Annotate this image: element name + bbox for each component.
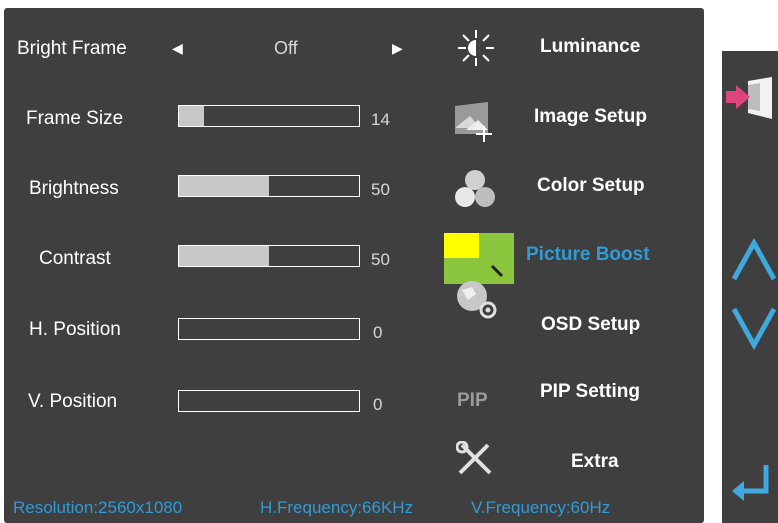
pip-icon: PIP <box>457 390 488 411</box>
v-position-slider[interactable] <box>178 390 360 412</box>
v-position-label: V. Position <box>28 391 118 412</box>
bright-frame-left-arrow-icon[interactable]: ◀ <box>172 40 183 57</box>
menu-extra[interactable]: Extra <box>571 451 619 473</box>
menu-picture-boost[interactable]: Picture Boost <box>526 244 650 266</box>
h-position-slider[interactable] <box>178 318 360 340</box>
menu-luminance[interactable]: Luminance <box>540 36 640 58</box>
osd-menu-panel: Bright Frame ◀ Off ▶ Frame Size 14 Brigh… <box>4 8 704 523</box>
contrast-slider[interactable] <box>178 245 360 267</box>
contrast-value: 50 <box>371 250 390 269</box>
contrast-label: Contrast <box>39 248 111 269</box>
frame-size-slider-fill <box>179 106 205 126</box>
h-position-label: H. Position <box>29 319 121 340</box>
tools-icon <box>456 441 492 475</box>
menu-pip-setting[interactable]: PIP Setting <box>540 381 640 403</box>
resolution-status: Resolution:2560x1080 <box>13 498 183 517</box>
brightness-value: 50 <box>371 180 390 199</box>
exit-icon[interactable] <box>726 77 778 123</box>
frame-size-label: Frame Size <box>26 108 124 129</box>
key-guide-panel <box>722 51 778 523</box>
down-arrow-icon[interactable] <box>730 305 778 351</box>
bright-frame-label: Bright Frame <box>17 38 127 59</box>
frame-size-slider[interactable] <box>178 105 360 127</box>
frame-size-value: 14 <box>371 110 390 129</box>
brightness-slider[interactable] <box>178 175 360 197</box>
h-position-value: 0 <box>373 323 383 342</box>
color-setup-icon <box>455 170 495 207</box>
bright-frame-right-arrow-icon[interactable]: ▶ <box>392 40 403 57</box>
brightness-slider-fill <box>179 176 269 196</box>
brightness-label: Brightness <box>29 178 119 199</box>
contrast-slider-fill <box>179 246 269 266</box>
osd-setup-icon <box>457 281 497 319</box>
menu-osd-setup[interactable]: OSD Setup <box>541 314 640 336</box>
menu-image-setup[interactable]: Image Setup <box>534 106 647 128</box>
enter-icon[interactable] <box>730 463 778 503</box>
v-position-value: 0 <box>373 395 383 414</box>
bright-frame-value[interactable]: Off <box>274 38 298 59</box>
v-frequency-status: V.Frequency:60Hz <box>471 498 611 517</box>
h-frequency-status: H.Frequency:66KHz <box>260 498 414 517</box>
menu-color-setup[interactable]: Color Setup <box>537 175 645 197</box>
image-setup-icon <box>455 102 492 142</box>
sun-icon <box>458 30 494 66</box>
up-arrow-icon[interactable] <box>730 237 778 283</box>
picture-boost-icon <box>444 233 514 284</box>
